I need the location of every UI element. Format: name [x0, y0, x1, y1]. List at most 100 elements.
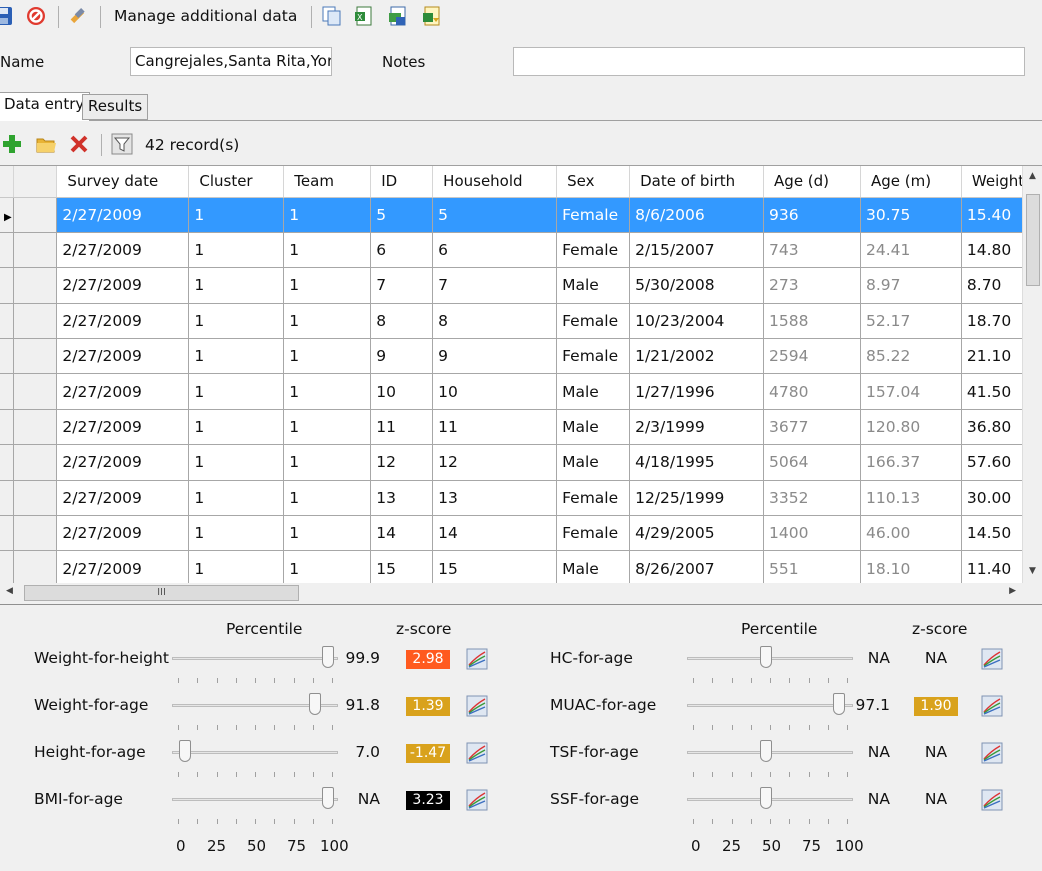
table-cell[interactable]: 1	[283, 338, 372, 375]
table-cell[interactable]: 3352	[763, 480, 861, 517]
table-cell[interactable]: 1	[283, 550, 372, 583]
table-cell[interactable]: 1	[283, 373, 372, 410]
row-header[interactable]	[13, 409, 58, 446]
table-cell[interactable]: Male	[556, 409, 631, 446]
horizontal-scrollbar[interactable]: ◀ III ▶	[0, 583, 1042, 603]
growth-chart-icon[interactable]	[981, 789, 1003, 811]
row-header[interactable]	[13, 480, 58, 517]
table-cell[interactable]: 936	[763, 197, 861, 233]
row-header[interactable]	[0, 550, 15, 583]
growth-chart-icon[interactable]	[466, 789, 488, 811]
growth-chart-icon[interactable]	[466, 648, 488, 670]
table-cell[interactable]: 4780	[763, 373, 861, 410]
table-cell[interactable]: 743	[763, 232, 861, 269]
table-cell[interactable]: 2/27/2009	[56, 550, 190, 583]
table-cell[interactable]: 2/27/2009	[56, 409, 190, 446]
row-header[interactable]	[13, 338, 58, 375]
open-folder-icon[interactable]	[35, 133, 57, 155]
table-cell[interactable]: Female	[556, 480, 631, 517]
column-header[interactable]: Age (m)	[860, 166, 962, 198]
table-cell[interactable]: 5	[370, 197, 434, 233]
table-cell[interactable]: 166.37	[860, 444, 962, 481]
table-cell[interactable]: 9	[370, 338, 434, 375]
table-cell[interactable]: 1/21/2002	[629, 338, 765, 375]
table-cell[interactable]: 1	[283, 444, 372, 481]
table-cell[interactable]: Female	[556, 303, 631, 340]
table-cell[interactable]: 14	[432, 515, 558, 552]
table-row[interactable]: 2/27/2009 1 1 14 14 Female 4/29/2005 1400 46.00 1…	[0, 515, 1042, 552]
percentile-slider-thumb[interactable]	[832, 693, 845, 715]
table-cell[interactable]: 6	[370, 232, 434, 269]
table-cell[interactable]: 4/18/1995	[629, 444, 765, 481]
column-header[interactable]: Survey date	[56, 166, 190, 198]
column-header[interactable]: Household	[432, 166, 558, 198]
table-cell[interactable]: 11	[432, 409, 558, 446]
percentile-slider-thumb[interactable]	[760, 740, 772, 762]
row-header[interactable]	[0, 232, 15, 269]
table-cell[interactable]: 1	[283, 409, 372, 446]
tab-data-entry[interactable]: Data entry	[0, 92, 91, 121]
growth-chart-icon[interactable]	[981, 695, 1003, 717]
table-row[interactable]: 2/27/2009 1 1 6 6 Female 2/15/2007 743 24.41 14.8…	[0, 232, 1042, 269]
scroll-down-arrow[interactable]: ▼	[1029, 566, 1036, 576]
table-cell[interactable]: 1	[283, 515, 372, 552]
export-data-icon[interactable]	[421, 5, 443, 27]
column-header[interactable]: Cluster	[188, 166, 285, 198]
table-cell[interactable]: 8	[370, 303, 434, 340]
row-header[interactable]	[13, 515, 58, 552]
table-cell[interactable]: 1	[283, 480, 372, 517]
table-cell[interactable]: 5064	[763, 444, 861, 481]
export-report-icon[interactable]	[387, 5, 409, 27]
table-cell[interactable]: 1	[188, 444, 285, 481]
table-cell[interactable]: 3677	[763, 409, 861, 446]
row-header[interactable]	[0, 409, 15, 446]
table-cell[interactable]: 2/27/2009	[56, 338, 190, 375]
export-excel-icon[interactable]: X	[353, 5, 375, 27]
table-cell[interactable]: Male	[556, 444, 631, 481]
row-header[interactable]	[13, 197, 58, 233]
column-header[interactable]: Sex	[556, 166, 631, 198]
vertical-scroll-thumb[interactable]	[1026, 194, 1040, 286]
scroll-left-arrow[interactable]: ◀	[6, 586, 13, 596]
table-cell[interactable]: 1	[283, 267, 372, 304]
table-cell[interactable]: 120.80	[860, 409, 962, 446]
percentile-slider-track[interactable]	[172, 798, 338, 801]
table-cell[interactable]: 1	[283, 232, 372, 269]
table-cell[interactable]: 2/27/2009	[56, 232, 190, 269]
table-row[interactable]: 2/27/2009 1 1 9 9 Female 1/21/2002 2594 85.22 21.…	[0, 338, 1042, 375]
percentile-slider-thumb[interactable]	[309, 693, 322, 715]
vertical-scrollbar[interactable]: ▲ ▼	[1022, 166, 1042, 583]
table-cell[interactable]: 46.00	[860, 515, 962, 552]
column-header[interactable]: Age (d)	[763, 166, 861, 198]
growth-chart-icon[interactable]	[981, 648, 1003, 670]
percentile-slider-thumb[interactable]	[760, 646, 772, 668]
table-row[interactable]: 2/27/2009 1 1 15 15 Male 8/26/2007 551 18.10 11.4…	[0, 550, 1042, 583]
table-cell[interactable]: 2/15/2007	[629, 232, 765, 269]
row-header[interactable]	[0, 267, 15, 304]
table-cell[interactable]: 2/27/2009	[56, 373, 190, 410]
tab-results[interactable]: Results	[82, 94, 149, 120]
table-cell[interactable]: 15	[370, 550, 434, 583]
table-cell[interactable]: Female	[556, 515, 631, 552]
row-header[interactable]	[13, 267, 58, 304]
table-cell[interactable]: 4/29/2005	[629, 515, 765, 552]
percentile-slider-track[interactable]	[687, 704, 853, 707]
add-record-icon[interactable]	[1, 133, 23, 155]
table-cell[interactable]: 1	[188, 267, 285, 304]
table-cell[interactable]: 551	[763, 550, 861, 583]
horizontal-scroll-thumb[interactable]: III	[24, 585, 299, 601]
growth-chart-icon[interactable]	[466, 695, 488, 717]
table-cell[interactable]: 1/27/1996	[629, 373, 765, 410]
table-cell[interactable]: 1	[188, 232, 285, 269]
table-cell[interactable]: 273	[763, 267, 861, 304]
percentile-slider-track[interactable]	[172, 657, 338, 660]
table-cell[interactable]: 1588	[763, 303, 861, 340]
table-cell[interactable]: 8/26/2007	[629, 550, 765, 583]
tools-icon[interactable]	[67, 5, 89, 27]
table-cell[interactable]: 14	[370, 515, 434, 552]
save-icon[interactable]	[0, 5, 14, 27]
table-cell[interactable]: Female	[556, 197, 631, 233]
copy-icon[interactable]	[320, 5, 342, 27]
table-cell[interactable]: 10	[432, 373, 558, 410]
row-header[interactable]	[0, 480, 15, 517]
